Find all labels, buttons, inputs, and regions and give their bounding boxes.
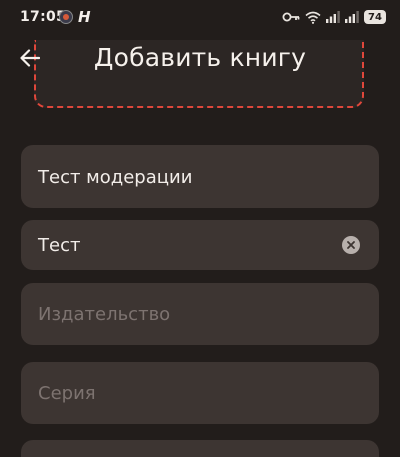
series-field[interactable]: Серия [21,362,379,424]
next-field[interactable] [21,440,379,457]
page-title: Добавить книгу [93,43,307,72]
series-placeholder: Серия [38,383,96,404]
signal-strength-2-icon [345,11,359,23]
signal-strength-icon [326,11,340,23]
add-book-screen: 17:05 H 74 Добавить книгу Тест модерации… [0,0,400,457]
author-value: Тест [38,235,81,256]
status-icons: 74 [282,9,386,25]
publisher-placeholder: Издательство [38,304,171,325]
book-title-field[interactable]: Тест модерации [21,145,379,208]
close-icon [347,241,355,249]
wifi-icon [305,11,321,24]
clear-author-button[interactable] [342,236,360,254]
publisher-field[interactable]: Издательство [21,283,379,345]
status-bar: 17:05 H 74 [0,0,400,34]
author-field[interactable]: Тест [21,220,379,270]
notification-app-icon [59,10,73,24]
key-icon [282,12,300,22]
app-bar: Добавить книгу [0,34,400,84]
book-title-value: Тест модерации [38,167,193,188]
notification-h-icon: H [78,8,91,26]
battery-indicator: 74 [364,10,386,24]
